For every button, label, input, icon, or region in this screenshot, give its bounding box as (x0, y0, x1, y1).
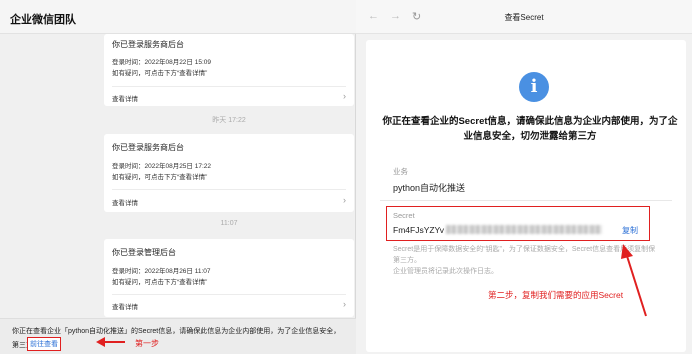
chevron-right-icon[interactable]: › (343, 91, 346, 101)
card-divider (112, 86, 346, 87)
notice-text: 你正在查看企业「python自动化推送」的Secret信息，请确保此信息为企业内… (12, 328, 341, 335)
view-details-link[interactable]: 查看详情 (112, 197, 138, 207)
card-title: 你已登录服务商后台 (112, 143, 184, 152)
security-warning: 你正在查看企业的Secret信息，请确保此信息为企业内部使用，为了企业信息安全，… (382, 116, 678, 142)
go-view-link[interactable]: 前往查看 (27, 337, 61, 351)
time-separator: 昨天 17:22 (212, 117, 246, 124)
card-divider (112, 189, 346, 190)
card-login-time: 登录时间：2022年08月25日 17:22 (112, 163, 211, 170)
view-details-link[interactable]: 查看详情 (112, 301, 138, 311)
step1-arrow-icon (96, 337, 125, 347)
chevron-right-icon[interactable]: › (343, 299, 346, 309)
business-label: 业务 (393, 167, 408, 176)
secret-prefix: Fm4FJsYZYv (393, 225, 445, 235)
secret-redacted (446, 225, 603, 234)
card-title: 你已登录服务商后台 (112, 40, 184, 49)
step1-annotation: 第一步 (135, 339, 159, 348)
card-divider (112, 294, 346, 295)
step2-annotation: 第二步，复制我们需要的应用Secret (488, 290, 624, 300)
card-hint: 如有疑问，可点击下方“查看详情” (112, 70, 208, 77)
field-divider (380, 200, 672, 201)
chat-window: 企业微信团队 你已登录服务商后台 登录时间：2022年08月22日 15:09 … (0, 0, 356, 354)
info-icon: i (519, 72, 549, 102)
card-login-time: 登录时间：2022年08月26日 11:07 (112, 268, 211, 275)
chat-header: 企业微信团队 (0, 0, 356, 34)
secret-panel: i 你正在查看企业的Secret信息，请确保此信息为企业内部使用，为了企业信息安… (366, 40, 686, 352)
card-login-time: 登录时间：2022年08月22日 15:09 (112, 59, 211, 66)
card-hint: 如有疑问，可点击下方“查看详情” (112, 174, 208, 181)
card-hint: 如有疑问，可点击下方“查看详情” (112, 279, 208, 286)
browser-toolbar: ← → ↻ 查看Secret (356, 0, 692, 34)
time-separator: 11:07 (220, 220, 238, 227)
page-title: 查看Secret (504, 13, 544, 22)
message-card-3: 你已登录管理后台 登录时间：2022年08月26日 11:07 如有疑问，可点击… (104, 239, 354, 317)
message-card-1: 你已登录服务商后台 登录时间：2022年08月22日 15:09 如有疑问，可点… (104, 34, 354, 106)
card-title: 你已登录管理后台 (112, 248, 176, 257)
business-value: python自动化推送 (393, 183, 466, 193)
message-card-2: 你已登录服务商后台 登录时间：2022年08月25日 17:22 如有疑问，可点… (104, 134, 354, 212)
secret-field: Secret Fm4FJsYZYv 复制 (386, 206, 650, 241)
chat-title: 企业微信团队 (10, 14, 76, 26)
secret-label: Secret (393, 211, 415, 220)
secret-notice-message: 你正在查看企业「python自动化推送」的Secret信息，请确保此信息为企业内… (0, 318, 356, 354)
copy-button[interactable]: 复制 (622, 225, 638, 236)
view-details-link[interactable]: 查看详情 (112, 93, 138, 103)
step2-arrow-icon (621, 244, 647, 317)
secret-value: Fm4FJsYZYv (393, 225, 603, 235)
chevron-right-icon[interactable]: › (343, 195, 346, 205)
